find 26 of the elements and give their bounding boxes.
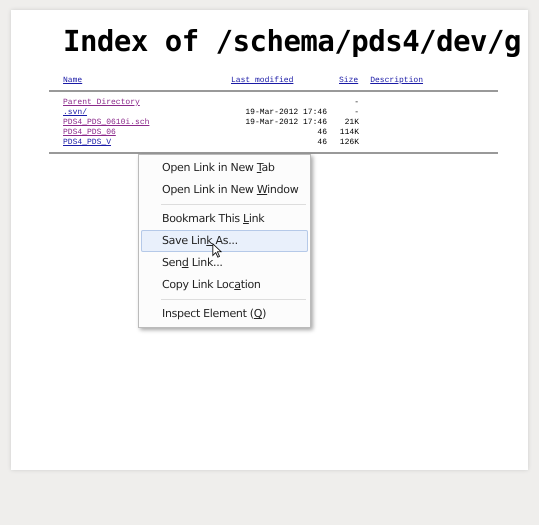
- modified-date: 46: [317, 128, 327, 137]
- file-link[interactable]: .svn/: [63, 108, 231, 118]
- modified-date: 19-Mar-2012 17:46: [245, 108, 327, 117]
- file-size: 21K: [344, 118, 359, 127]
- file-size: -: [354, 108, 359, 117]
- file-link[interactable]: PDS4_PDS_06: [63, 128, 231, 138]
- file-size: 126K: [340, 138, 359, 147]
- column-header-link[interactable]: Size: [339, 76, 358, 86]
- menu-item[interactable]: Send Link...: [141, 252, 308, 274]
- menu-item[interactable]: Bookmark This Link: [141, 208, 308, 230]
- menu-item[interactable]: Inspect Element (Q): [141, 303, 308, 325]
- file-size: 114K: [340, 128, 359, 137]
- column-header-link[interactable]: Last modified: [231, 76, 327, 86]
- file-size: -: [354, 98, 359, 107]
- menu-item[interactable]: Copy Link Location: [141, 274, 308, 296]
- column-header-link[interactable]: Name: [63, 76, 231, 86]
- file-link[interactable]: Parent Directory: [63, 98, 231, 108]
- menu-item[interactable]: Open Link in New Window: [141, 179, 308, 201]
- file-link[interactable]: PDS4_PDS_0610i.sch: [63, 118, 231, 128]
- cursor-icon: [212, 243, 222, 258]
- menu-item[interactable]: Open Link in New Tab: [141, 157, 308, 179]
- column-header-link[interactable]: Description: [370, 76, 424, 86]
- modified-date: 19-Mar-2012 17:46: [245, 118, 327, 127]
- page-title: Index of /schema/pds4/dev/g: [62, 23, 522, 58]
- file-link[interactable]: PDS4_PDS_V: [63, 138, 231, 148]
- modified-date: 46: [317, 138, 327, 147]
